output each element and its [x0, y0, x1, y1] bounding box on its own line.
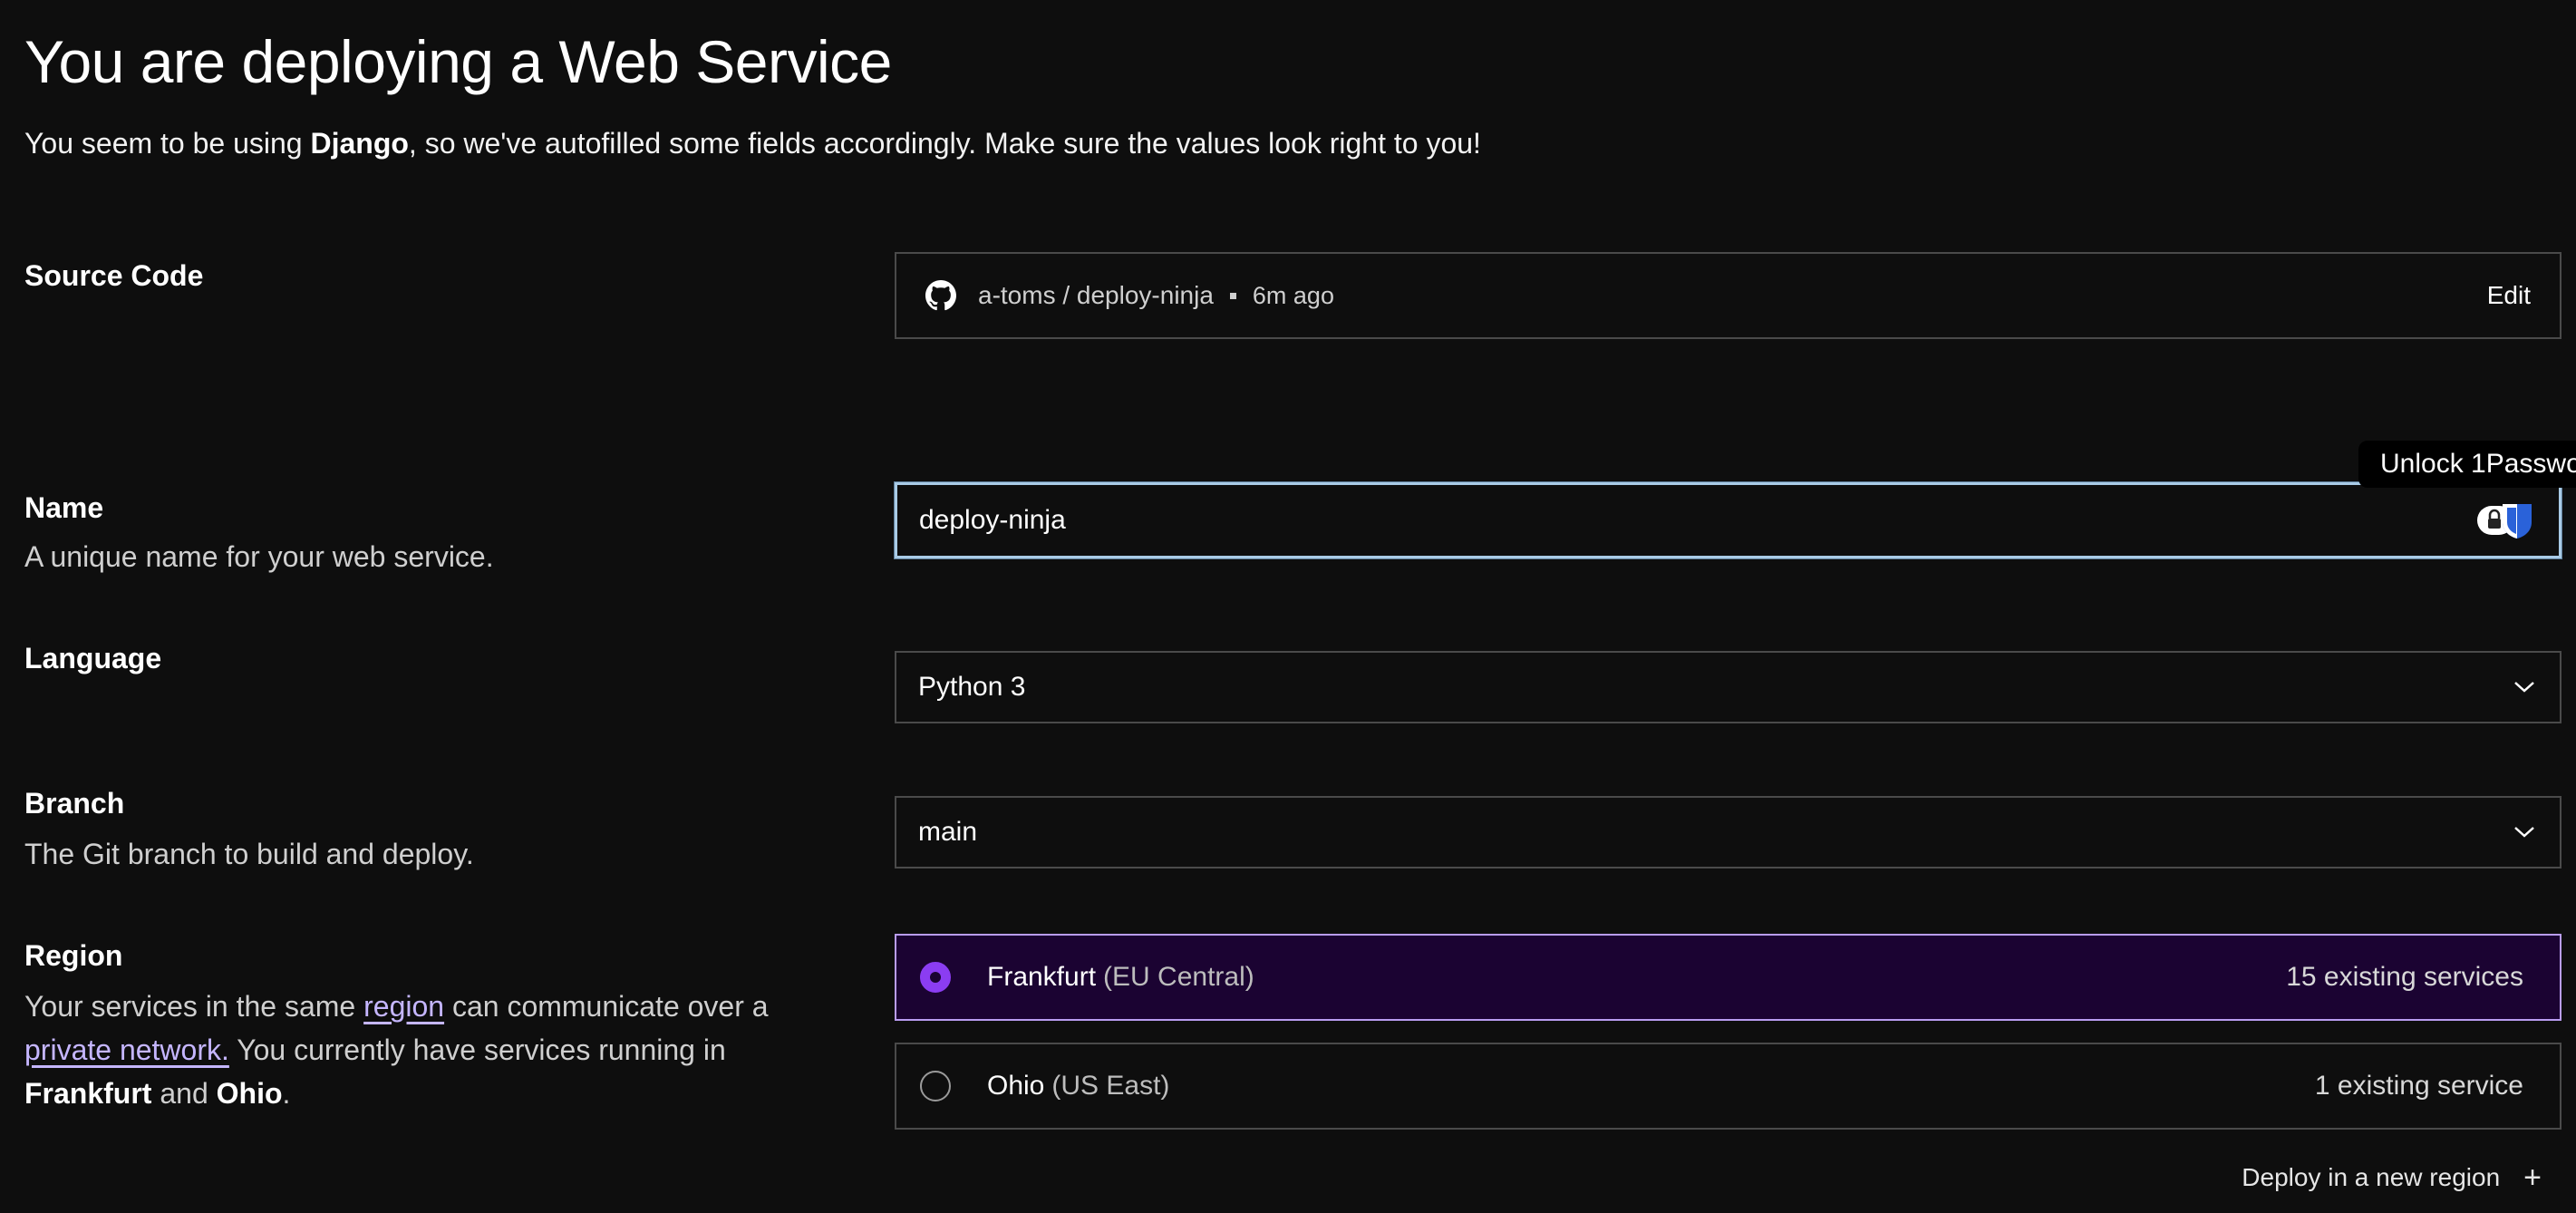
region-desc-text: can communicate over a: [444, 990, 769, 1023]
subtitle-text-end: , so we've autofilled some fields accord…: [408, 127, 1481, 160]
region-zone: (US East): [1051, 1071, 1170, 1101]
subtitle-text-start: You seem to be using: [24, 127, 311, 160]
plus-icon: +: [2523, 1160, 2542, 1195]
branch-value: main: [918, 817, 978, 847]
edit-source-button[interactable]: Edit: [2487, 281, 2531, 310]
region-link[interactable]: region: [363, 990, 444, 1023]
region-description: Your services in the same region can com…: [24, 985, 804, 1115]
language-label: Language: [24, 642, 162, 674]
framework-name: Django: [310, 127, 409, 160]
region-option-frankfurt[interactable]: Frankfurt (EU Central) 15 existing servi…: [895, 934, 2561, 1021]
page-title: You are deploying a Web Service: [24, 28, 892, 95]
radio-unselected[interactable]: [920, 1071, 951, 1101]
region-service-count: 1 existing service: [2314, 1071, 2523, 1101]
github-icon: [925, 280, 956, 311]
deploy-new-region-label: Deploy in a new region: [2242, 1163, 2501, 1191]
name-field-wrapper: [895, 482, 2561, 558]
1password-lock-icon[interactable]: [2475, 500, 2539, 540]
private-network-link[interactable]: private network.: [24, 1033, 229, 1066]
language-select[interactable]: Python 3: [895, 651, 2561, 723]
region-desc-text: Your services in the same: [24, 990, 364, 1023]
language-value: Python 3: [918, 672, 1026, 702]
password-manager-tooltip: Unlock 1Password: [2358, 441, 2576, 488]
chevron-down-icon: [2513, 680, 2536, 694]
radio-selected[interactable]: [920, 962, 951, 993]
name-description: A unique name for your web service.: [24, 540, 494, 573]
branch-select[interactable]: main: [895, 796, 2561, 869]
region-service-count: 15 existing services: [2286, 962, 2523, 992]
region-city-name: Ohio: [216, 1077, 283, 1110]
page-subtitle: You seem to be using Django, so we've au…: [24, 123, 1481, 163]
region-desc-text: You currently have services running in: [228, 1033, 726, 1066]
repository-name[interactable]: a-toms / deploy-ninja: [978, 281, 1214, 310]
region-city-name: Frankfurt: [24, 1077, 152, 1110]
region-desc-text: and: [151, 1077, 217, 1110]
chevron-down-icon: [2513, 825, 2536, 839]
name-label: Name: [24, 491, 104, 524]
last-commit-age: 6m ago: [1252, 281, 1334, 309]
region-name: Ohio: [987, 1071, 1045, 1101]
region-option-ohio[interactable]: Ohio (US East) 1 existing service: [895, 1043, 2561, 1130]
region-label: Region: [24, 939, 123, 972]
source-code-label: Source Code: [24, 259, 204, 292]
deploy-new-region-button[interactable]: Deploy in a new region +: [2242, 1162, 2542, 1193]
region-desc-text: .: [282, 1077, 291, 1110]
name-input[interactable]: [919, 485, 2465, 556]
branch-label: Branch: [24, 787, 125, 820]
source-code-box: a-toms / deploy-ninja 6m ago Edit: [895, 252, 2561, 339]
region-zone: (EU Central): [1103, 962, 1254, 992]
region-name: Frankfurt: [987, 962, 1097, 992]
deploy-web-service-page: You are deploying a Web Service You seem…: [0, 0, 2576, 1213]
separator-dot: [1229, 292, 1236, 299]
branch-description: The Git branch to build and deploy.: [24, 838, 474, 870]
